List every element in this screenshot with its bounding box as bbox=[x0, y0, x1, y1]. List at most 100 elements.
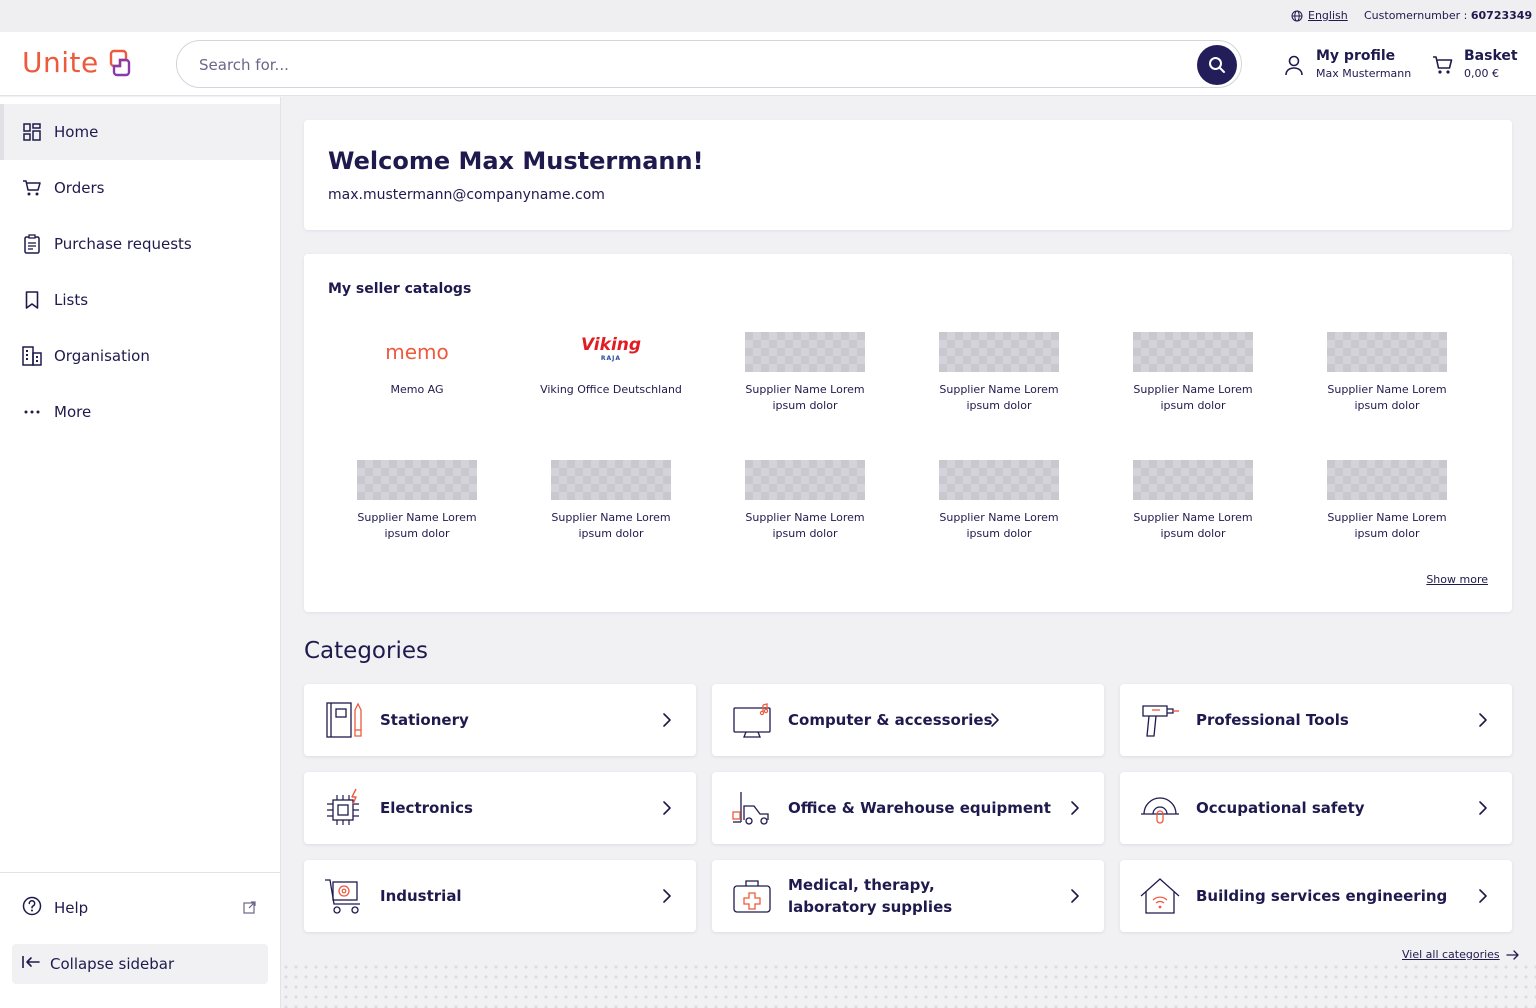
image-placeholder bbox=[1327, 460, 1447, 500]
seller-catalog[interactable]: Supplier Name Lorem ipsum dolor bbox=[327, 460, 507, 542]
search-input[interactable] bbox=[199, 53, 1179, 77]
chevron-right-icon bbox=[991, 713, 999, 727]
seller-name-line2: ipsum dolor bbox=[578, 527, 644, 540]
seller-catalog[interactable]: Supplier Name Lorem ipsum dolor bbox=[1103, 460, 1283, 542]
category-occupational-safety[interactable]: Occupational safety bbox=[1120, 772, 1512, 844]
chevron-right-icon bbox=[1479, 713, 1487, 727]
help-link[interactable]: Help bbox=[0, 880, 280, 936]
welcome-title: Welcome Max Mustermann! bbox=[328, 147, 704, 175]
category-label: Electronics bbox=[380, 799, 473, 817]
seller-catalog[interactable]: Supplier Name Lorem ipsum dolor bbox=[715, 332, 895, 414]
view-all-categories-link[interactable]: Viel all categories bbox=[1402, 948, 1520, 961]
seller-catalog[interactable]: Supplier Name Lorem ipsum dolor bbox=[715, 460, 895, 542]
chevron-right-icon bbox=[1479, 801, 1487, 815]
seller-name-line2: ipsum dolor bbox=[966, 527, 1032, 540]
building-icon bbox=[22, 346, 42, 366]
image-placeholder bbox=[939, 332, 1059, 372]
sidebar-item-label: Lists bbox=[54, 291, 89, 309]
basket-title: Basket bbox=[1464, 48, 1518, 64]
arrow-right-icon bbox=[1506, 949, 1519, 960]
seller-catalog[interactable]: Supplier Name Lorem ipsum dolor bbox=[1103, 332, 1283, 414]
collapse-left-icon bbox=[22, 955, 40, 973]
category-electronics[interactable]: Electronics bbox=[304, 772, 696, 844]
sidebar-item-more[interactable]: More bbox=[0, 384, 280, 440]
seller-name-line2: ipsum dolor bbox=[1160, 399, 1226, 412]
category-professional-tools[interactable]: Professional Tools bbox=[1120, 684, 1512, 756]
customer-number: Customernumber : 60723349 bbox=[1364, 9, 1532, 22]
category-medical[interactable]: Medical, therapy, laboratory supplies bbox=[712, 860, 1104, 932]
drill-icon bbox=[1142, 705, 1179, 737]
category-label: Stationery bbox=[380, 711, 469, 729]
category-label: Building services engineering bbox=[1196, 887, 1448, 905]
chevron-right-icon bbox=[1071, 801, 1079, 815]
category-industrial[interactable]: Industrial bbox=[304, 860, 696, 932]
seller-name-line2: ipsum dolor bbox=[1354, 527, 1420, 540]
user-email: max.mustermann@companyname.com bbox=[328, 187, 605, 203]
seller-name-line2: ipsum dolor bbox=[772, 399, 838, 412]
category-building-services[interactable]: Building services engineering bbox=[1120, 860, 1512, 932]
category-label: Computer & accessories bbox=[788, 711, 993, 729]
seller-catalog-viking[interactable]: Viking RAJA Viking Office Deutschland bbox=[521, 332, 701, 398]
sidebar-item-purchase-requests[interactable]: Purchase requests bbox=[0, 216, 280, 272]
seller-name: Supplier Name Lorem bbox=[745, 383, 865, 396]
chevron-right-icon bbox=[663, 801, 671, 815]
profile-title: My profile bbox=[1316, 48, 1396, 64]
seller-catalog[interactable]: Supplier Name Lorem ipsum dolor bbox=[909, 460, 1089, 542]
chevron-right-icon bbox=[1479, 889, 1487, 903]
sidebar-item-organisation[interactable]: Organisation bbox=[0, 328, 280, 384]
seller-name-line2: ipsum dolor bbox=[966, 399, 1032, 412]
seller-catalog[interactable]: Supplier Name Lorem ipsum dolor bbox=[1297, 332, 1477, 414]
customer-number-label: Customernumber : bbox=[1364, 9, 1468, 22]
category-computer-accessories[interactable]: Computer & accessories bbox=[712, 684, 1104, 756]
seller-name: Supplier Name Lorem bbox=[1133, 511, 1253, 524]
chevron-right-icon bbox=[663, 889, 671, 903]
category-stationery[interactable]: Stationery bbox=[304, 684, 696, 756]
chevron-right-icon bbox=[1071, 889, 1079, 903]
monitor-icon bbox=[733, 703, 771, 738]
more-icon bbox=[22, 402, 42, 422]
search-button[interactable] bbox=[1197, 45, 1237, 85]
viking-logo: Viking RAJA bbox=[551, 332, 671, 372]
seller-name-line2: ipsum dolor bbox=[384, 527, 450, 540]
forklift-icon bbox=[732, 792, 769, 825]
clipboard-icon bbox=[22, 234, 42, 254]
sidebar-item-lists[interactable]: Lists bbox=[0, 272, 280, 328]
sidebar-item-home[interactable]: Home bbox=[0, 104, 280, 160]
notebook-pencil-icon bbox=[326, 702, 362, 738]
seller-catalog[interactable]: Supplier Name Lorem ipsum dolor bbox=[1297, 460, 1477, 542]
language-switcher[interactable]: English bbox=[1291, 9, 1348, 22]
show-more-link[interactable]: Show more bbox=[1426, 573, 1488, 586]
sidebar-item-label: More bbox=[54, 403, 92, 421]
profile-name: Max Mustermann bbox=[1316, 67, 1412, 80]
seller-catalog-memo[interactable]: memo Memo AG bbox=[327, 332, 507, 398]
utility-bar: English Customernumber : 60723349 bbox=[0, 0, 1536, 32]
categories-title: Categories bbox=[304, 638, 428, 664]
dashboard-icon bbox=[22, 122, 42, 142]
viking-logo-text: Viking RAJA bbox=[581, 337, 641, 366]
medical-case-icon bbox=[733, 880, 771, 913]
my-profile-button[interactable]: My profile Max Mustermann bbox=[1284, 48, 1411, 80]
unite-logo-icon bbox=[109, 49, 130, 76]
seller-catalog[interactable]: Supplier Name Lorem ipsum dolor bbox=[909, 332, 1089, 414]
logo-text: Unite bbox=[22, 46, 99, 79]
collapse-sidebar-button[interactable]: Collapse sidebar bbox=[12, 944, 268, 984]
seller-name-line2: ipsum dolor bbox=[772, 527, 838, 540]
helmet-icon bbox=[1141, 797, 1179, 824]
seller-catalog[interactable]: Supplier Name Lorem ipsum dolor bbox=[521, 460, 701, 542]
seller-name: Supplier Name Lorem bbox=[1327, 511, 1447, 524]
seller-catalogs-card: My seller catalogs memo Memo AG Viking RA… bbox=[304, 254, 1512, 612]
image-placeholder bbox=[745, 332, 865, 372]
image-placeholder bbox=[1133, 460, 1253, 500]
sidebar-item-orders[interactable]: Orders bbox=[0, 160, 280, 216]
user-icon bbox=[1285, 55, 1303, 76]
house-wifi-icon bbox=[1140, 878, 1180, 914]
basket-button[interactable]: Basket 0,00 € bbox=[1432, 48, 1518, 80]
header: Unite My profile Max Mustermann Basket 0… bbox=[0, 32, 1536, 96]
seller-name: Supplier Name Lorem bbox=[1133, 383, 1253, 396]
category-office-warehouse[interactable]: Office & Warehouse equipment bbox=[712, 772, 1104, 844]
seller-name: Supplier Name Lorem bbox=[745, 511, 865, 524]
image-placeholder bbox=[1133, 332, 1253, 372]
language-label[interactable]: English bbox=[1308, 9, 1348, 22]
unite-logo[interactable]: Unite bbox=[22, 46, 135, 79]
seller-catalogs-title: My seller catalogs bbox=[328, 281, 472, 297]
